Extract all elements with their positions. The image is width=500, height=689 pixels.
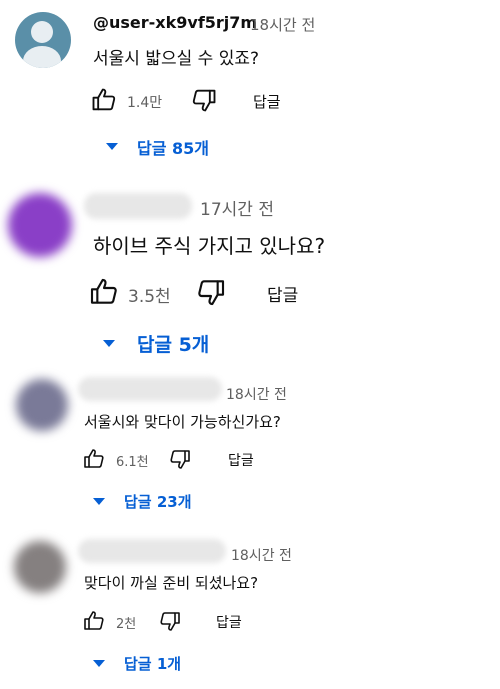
like-button[interactable] — [82, 447, 106, 471]
thumbs-up-icon — [88, 276, 120, 308]
like-count: 1.4만 — [127, 95, 163, 111]
comment-author[interactable] — [78, 539, 226, 563]
dislike-button[interactable] — [195, 276, 227, 308]
comment-author[interactable] — [78, 377, 222, 401]
comment-4: 18시간 전 맞다이 까실 준비 되셨나요? 2천 답글 답글 1개 — [0, 525, 500, 689]
dislike-button[interactable] — [158, 609, 182, 633]
like-count: 3.5천 — [128, 287, 171, 307]
comment-time[interactable]: 18시간 전 — [226, 384, 287, 404]
user-shoulders-shape — [23, 46, 61, 68]
thumbs-down-icon — [195, 276, 227, 308]
avatar[interactable] — [8, 193, 72, 257]
comment-author[interactable]: @user-xk9vf5rj7m — [93, 13, 257, 32]
avatar[interactable] — [16, 379, 68, 431]
comment-text: 하이브 주식 가지고 있나요? — [93, 234, 326, 258]
like-button[interactable] — [90, 86, 118, 114]
reply-button[interactable]: 답글 — [228, 450, 254, 470]
comment-text: 서울시 밟으실 수 있죠? — [93, 49, 259, 69]
avatar[interactable] — [14, 541, 66, 593]
view-replies-button[interactable]: 답글 5개 — [137, 330, 209, 357]
view-replies-button[interactable]: 답글 23개 — [124, 491, 192, 512]
view-replies-button[interactable]: 답글 1개 — [124, 653, 181, 674]
comment-3: 18시간 전 서울시와 맞다이 가능하신가요? 6.1천 답글 답글 23개 — [0, 365, 500, 525]
reply-button[interactable]: 답글 — [253, 91, 281, 112]
caret-down-icon — [106, 143, 118, 150]
thumbs-down-icon — [190, 86, 218, 114]
like-button[interactable] — [88, 276, 120, 308]
view-replies-button[interactable]: 답글 85개 — [137, 135, 209, 159]
comment-text: 맞다이 까실 준비 되셨나요? — [84, 574, 259, 592]
like-count: 6.1천 — [116, 455, 149, 470]
reply-button[interactable]: 답글 — [216, 612, 242, 632]
thumbs-up-icon — [90, 86, 118, 114]
comment-time[interactable]: 18시간 전 — [250, 14, 315, 35]
dislike-button[interactable] — [190, 86, 218, 114]
comment-text: 서울시와 맞다이 가능하신가요? — [84, 413, 281, 431]
comment-author[interactable] — [84, 193, 192, 219]
like-button[interactable] — [82, 609, 106, 633]
avatar[interactable] — [15, 12, 71, 68]
thumbs-up-icon — [82, 447, 106, 471]
thumbs-down-icon — [168, 447, 192, 471]
comment-1: @user-xk9vf5rj7m 18시간 전 서울시 밟으실 수 있죠? 1.… — [0, 0, 500, 175]
caret-down-icon — [93, 660, 105, 667]
comment-time[interactable]: 18시간 전 — [231, 545, 292, 565]
dislike-button[interactable] — [168, 447, 192, 471]
thumbs-down-icon — [158, 609, 182, 633]
like-count: 2천 — [116, 617, 137, 632]
thumbs-up-icon — [82, 609, 106, 633]
user-head-shape — [31, 21, 53, 43]
caret-down-icon — [103, 340, 115, 347]
comment-2: 17시간 전 하이브 주식 가지고 있나요? 3.5천 답글 답글 5개 — [0, 175, 500, 365]
comment-time[interactable]: 17시간 전 — [200, 195, 274, 220]
reply-button[interactable]: 답글 — [267, 281, 298, 306]
caret-down-icon — [93, 498, 105, 505]
